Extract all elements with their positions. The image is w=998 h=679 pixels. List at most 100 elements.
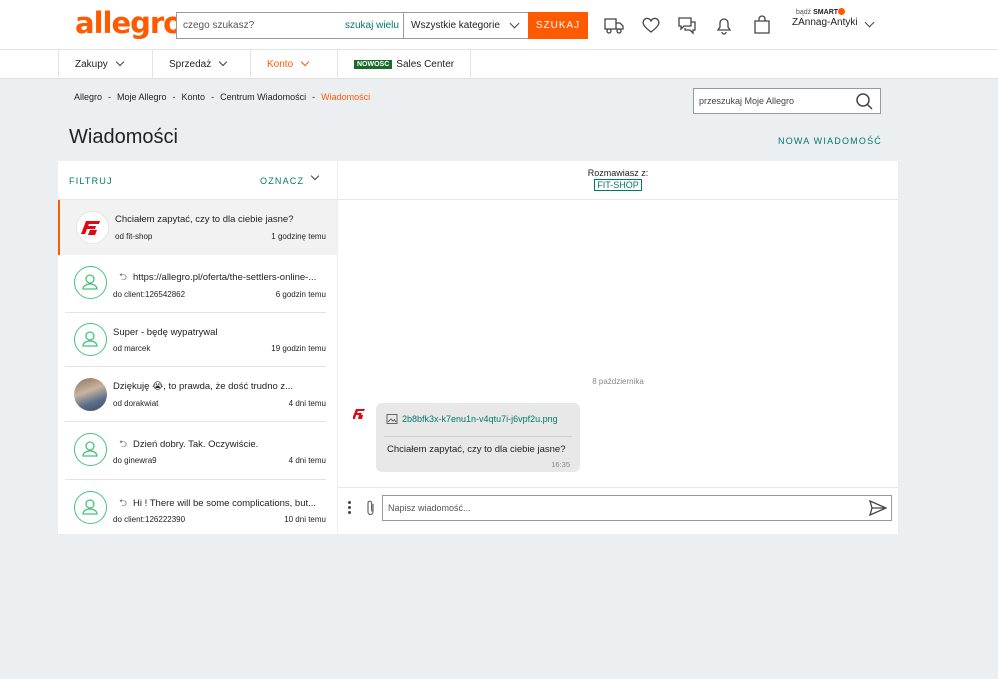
breadcrumb-current: Wiadomości	[321, 92, 371, 102]
thread-from: od fit-shop	[115, 232, 153, 241]
search-many-link[interactable]: szukaj wielu	[345, 13, 403, 38]
new-badge: NOWOŚĆ	[354, 60, 393, 69]
search-input[interactable]	[177, 13, 345, 38]
search-bar: szukaj wielu Wszystkie kategorie SZUKAJ	[176, 12, 588, 39]
user-icon	[82, 274, 98, 290]
thread-from: do client:126222390	[113, 515, 186, 524]
nav-item-label: Konto	[267, 59, 294, 70]
fit-shop-logo-icon	[353, 409, 365, 419]
breadcrumb-link[interactable]: Moje Allegro	[117, 92, 167, 102]
chevron-down-icon	[300, 57, 310, 67]
message-text: Chciałem zapytać, czy to dla ciebie jasn…	[387, 444, 566, 455]
thread-item[interactable]: ⮌ Dzień dobry. Tak. Oczywiście. do ginewr…	[58, 422, 337, 480]
conversation-panel: Rozmawiasz z: FIT-SHOP 8 października 2b…	[338, 161, 898, 534]
breadcrumb-separator: -	[312, 92, 316, 102]
chevron-down-icon	[219, 57, 228, 67]
thread-subject: https://allegro.pl/oferta/the-settlers-o…	[133, 272, 317, 283]
conversation-header: Rozmawiasz z: FIT-SHOP	[338, 161, 898, 200]
message-input[interactable]	[383, 496, 853, 520]
truck-icon[interactable]	[603, 14, 625, 36]
conversation-partner-link[interactable]: FIT-SHOP	[594, 179, 642, 191]
thread-time: 6 godzin temu	[275, 290, 326, 299]
category-select[interactable]: Wszystkie kategorie	[403, 13, 528, 38]
user-avatar	[74, 491, 107, 524]
username: ZAnnag-Antyki	[792, 17, 858, 28]
nav-item-sprzedaz[interactable]: Sprzedaż	[152, 50, 250, 79]
thread-subject-row: ⮌ https://allegro.pl/oferta/the-settlers-…	[113, 270, 327, 287]
message-bubble: 2b8bfk3x-k7enu1n-v4qtu7i-j6vpf2u.png Chc…	[376, 403, 580, 472]
thread-from: do ginewra9	[113, 456, 157, 465]
image-icon	[386, 414, 398, 424]
breadcrumb-link[interactable]: Allegro	[74, 92, 102, 102]
user-avatar	[74, 323, 107, 356]
thread-from: od marcek	[113, 344, 151, 353]
nav-item-sales-center[interactable]: NOWOŚĆ Sales Center	[337, 50, 471, 79]
paperclip-icon[interactable]	[365, 499, 377, 517]
bell-icon[interactable]	[713, 14, 735, 36]
nav-item-label: Sprzedaż	[169, 59, 212, 70]
smart-promo[interactable]: bądź SMART	[796, 8, 858, 16]
attachment-link[interactable]: 2b8bfk3x-k7enu1n-v4qtu7i-j6vpf2u.png	[386, 413, 558, 425]
message-time: 16:35	[551, 460, 570, 469]
attachment-filename: 2b8bfk3x-k7enu1n-v4qtu7i-j6vpf2u.png	[402, 414, 558, 424]
chevron-down-icon[interactable]	[310, 171, 320, 181]
user-icon	[82, 441, 98, 457]
thread-list-panel: FILTRUJ OZNACZ Chciałem zapytać, czy to …	[58, 161, 337, 534]
breadcrumb-separator: -	[172, 92, 176, 102]
conversation-with-label: Rozmawiasz z:	[587, 168, 649, 178]
chevron-down-icon[interactable]	[864, 17, 875, 28]
smart-prefix: bądź	[796, 9, 812, 16]
nav-item-konto[interactable]: Konto	[250, 50, 337, 79]
chat-icon[interactable]	[676, 14, 698, 36]
thread-subject: Hi ! There will be some complications, b…	[133, 498, 317, 509]
breadcrumb-link[interactable]: Centrum Wiadomości	[220, 92, 306, 102]
thread-item[interactable]: Chciałem zapytać, czy to dla ciebie jasn…	[58, 200, 337, 255]
breadcrumb-link[interactable]: Konto	[182, 92, 206, 102]
thread-subject-row: ⮌ Dzień dobry. Tak. Oczywiście.	[113, 437, 327, 454]
thread-time: 4 dni temu	[288, 456, 326, 465]
reply-icon: ⮌	[119, 439, 128, 450]
send-icon[interactable]	[869, 500, 887, 516]
breadcrumb-separator: -	[211, 92, 215, 102]
user-avatar	[74, 266, 107, 299]
chevron-down-icon	[509, 18, 520, 29]
reply-icon: ⮌	[119, 498, 128, 509]
nav-item-zakupy[interactable]: Zakupy	[58, 50, 152, 79]
smart-dot-icon	[838, 8, 846, 15]
thread-time: 4 dni temu	[288, 399, 326, 408]
date-separator: 8 października	[592, 377, 644, 386]
nav-item-label: Sales Center	[396, 59, 455, 70]
search-button[interactable]: SZUKAJ	[528, 12, 588, 39]
fit-shop-logo-icon	[81, 221, 100, 235]
new-message-button[interactable]: NOWA WIADOMOŚĆ	[778, 136, 882, 146]
thread-time: 1 godzinę temu	[271, 232, 326, 241]
search-icon[interactable]	[855, 92, 874, 111]
thread-subject: Super - będę wypatrywal	[113, 327, 218, 338]
user-avatar	[74, 433, 107, 466]
heart-icon[interactable]	[640, 14, 662, 36]
page-title: Wiadomości	[69, 126, 178, 148]
allegro-logo[interactable]: allegro	[75, 6, 183, 40]
breadcrumb: Allegro - Moje Allegro - Konto - Centrum Wiado…	[74, 92, 370, 102]
more-options-icon[interactable]	[348, 501, 352, 516]
thread-time: 19 godzin temu	[271, 344, 326, 353]
thread-item[interactable]: ⮌ Hi ! There will be some complications, …	[58, 480, 337, 534]
filter-button[interactable]: FILTRUJ	[69, 176, 113, 186]
my-allegro-search-input[interactable]	[694, 89, 844, 113]
mark-button[interactable]: OZNACZ	[260, 176, 304, 186]
top-header: allegro szukaj wielu Wszystkie kategorie…	[0, 0, 998, 50]
reply-icon: ⮌	[119, 272, 128, 283]
fit-shop-avatar	[76, 211, 109, 244]
category-select-value: Wszystkie kategorie	[411, 20, 500, 31]
shopping-bag-icon[interactable]	[751, 14, 773, 36]
message-input-box	[382, 495, 892, 521]
user-menu[interactable]: bądź SMART ZAnnag-Antyki	[792, 8, 858, 28]
thread-item[interactable]: Dziękuję 😭, to prawda, że dość trudno z.…	[58, 367, 337, 422]
account-nav: Zakupy Sprzedaż Konto NOWOŚĆ Sales Center	[0, 50, 998, 79]
nav-item-label: Zakupy	[75, 59, 108, 70]
thread-item[interactable]: Super - będę wypatrywal od marcek 19 god…	[58, 313, 337, 367]
thread-item[interactable]: ⮌ https://allegro.pl/oferta/the-settlers-…	[58, 255, 337, 313]
thread-subject: Dziękuję 😭, to prawda, że dość trudno z.…	[113, 381, 294, 392]
message-composer	[338, 487, 898, 534]
chevron-down-icon	[115, 57, 125, 67]
